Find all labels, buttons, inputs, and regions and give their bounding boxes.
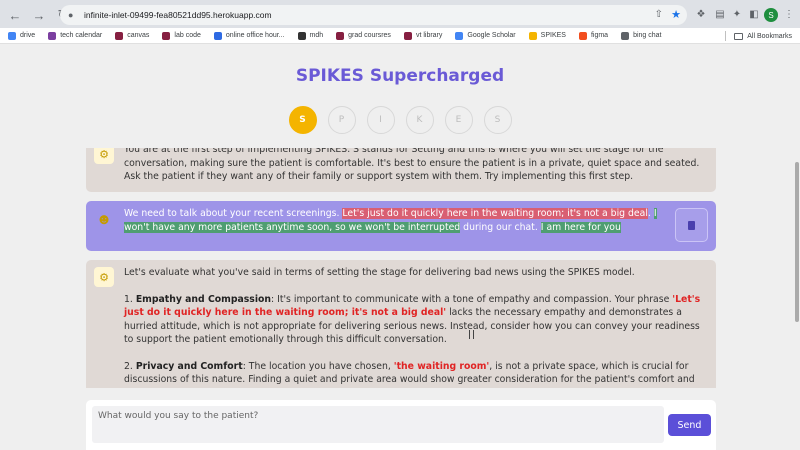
point-title: Privacy and Comfort (135, 360, 243, 372)
bookmark-item[interactable]: canvas (115, 31, 150, 40)
evaluation-point-1: 1. Empathy and Compassion: It's importan… (124, 293, 709, 347)
url-text[interactable]: infinite-inlet-09499-fea80521dd95.heroku… (84, 10, 272, 20)
step-2[interactable]: P (327, 106, 356, 134)
bookmark-label: bing chat (633, 32, 662, 39)
extension-icon[interactable]: ❖ (694, 7, 708, 21)
send-button[interactable]: Send (668, 414, 711, 436)
bookmark-star-icon[interactable]: ★ (671, 8, 681, 21)
bookmark-label: online office hour... (225, 32, 285, 39)
back-icon[interactable]: ← (6, 6, 24, 24)
address-bar[interactable]: ● infinite-inlet-09499-fea80521dd95.hero… (60, 5, 687, 25)
bot-evaluation-message: ⚙ Let's evaluate what you've said in ter… (86, 260, 716, 388)
bot-message-text: You are at the first step of implementin… (124, 148, 700, 182)
text-cursor-icon (469, 330, 474, 339)
bookmark-item[interactable]: bing chat (621, 31, 662, 40)
evaluation-point-2: 2. Privacy and Comfort: The location you… (124, 360, 709, 389)
step-1[interactable]: S (288, 106, 317, 134)
user-text-3: . (647, 208, 654, 219)
sidepanel-icon[interactable]: ◧ (747, 7, 761, 21)
reader-icon[interactable]: ▤ (713, 7, 727, 21)
bookmark-favicon-icon (578, 31, 587, 40)
bookmark-favicon-icon (115, 31, 124, 40)
bookmark-label: vt library (415, 32, 443, 39)
bookmark-favicon-icon (213, 31, 222, 40)
bookmark-favicon-icon (8, 31, 16, 40)
bookmark-label: grad coursres (348, 32, 391, 39)
bookmark-label: figma (590, 32, 609, 39)
site-info-icon[interactable]: ● (68, 10, 78, 20)
user-text-5: during our chat. (460, 221, 541, 233)
bookmark-item[interactable]: grad coursres (336, 31, 391, 40)
divider (725, 31, 727, 41)
bookmark-item[interactable]: mdh (297, 31, 324, 40)
bookmark-label: drive (20, 32, 36, 39)
bot-message: ⚙ You are at the first step of implement… (86, 148, 716, 192)
bookmark-favicon-icon (48, 31, 57, 40)
evaluation-intro: Let's evaluate what you've said in terms… (124, 267, 635, 278)
step-indicator: SPIKES (0, 106, 800, 134)
highlight-negative: Let's just do it quickly here in the wai… (342, 208, 648, 219)
evaluation-text: Let's evaluate what you've said in terms… (124, 266, 709, 388)
point-quote: 'the waiting room' (393, 360, 490, 372)
user-message: ☻ We need to talk about your recent scre… (86, 201, 716, 251)
point-text: : The location you have chosen, (242, 360, 394, 372)
chat-log[interactable]: ⚙ You are at the first step of implement… (86, 148, 716, 388)
bookmark-item[interactable]: figma (578, 31, 609, 40)
copy-icon (688, 220, 695, 230)
puzzle-icon[interactable]: ✦ (730, 7, 744, 21)
bookmark-item[interactable]: online office hour... (213, 31, 285, 40)
user-avatar-icon: ☻ (96, 210, 112, 228)
step-6[interactable]: S (483, 106, 512, 134)
bookmark-item[interactable]: SPIKES (528, 31, 566, 40)
step-4[interactable]: K (405, 106, 434, 134)
bookmark-item[interactable]: vt library (403, 31, 443, 40)
bot-avatar-icon: ⚙ (94, 267, 114, 287)
forward-icon[interactable]: → (30, 6, 48, 24)
app-page: SPIKES Supercharged SPIKES ⚙ You are at … (0, 44, 800, 450)
message-input[interactable] (92, 406, 664, 443)
bookmark-item[interactable]: tech calendar (48, 31, 103, 40)
user-text-1: We need to talk about your recent screen… (124, 208, 343, 219)
point-number: 1. (124, 293, 136, 305)
bookmark-label: SPIKES (540, 32, 566, 39)
bookmark-item[interactable]: Google Scholar (455, 31, 516, 40)
point-number: 2. (124, 360, 136, 372)
bookmark-label: Google Scholar (467, 32, 516, 39)
user-message-text: We need to talk about your recent screen… (124, 207, 674, 234)
all-bookmarks-label: All Bookmarks (747, 32, 792, 40)
bookmarks-bar: drive tech calendar canvas lab code online o… (0, 28, 800, 44)
bookmark-favicon-icon (297, 31, 306, 40)
scrollbar[interactable] (795, 162, 799, 322)
highlight-positive: I am here for you (540, 221, 621, 233)
all-bookmarks[interactable]: All Bookmarks (725, 31, 792, 41)
page-title: SPIKES Supercharged (295, 66, 505, 86)
bookmark-favicon-icon (336, 31, 345, 40)
bookmark-item[interactable]: drive (8, 31, 36, 40)
bookmark-item[interactable]: lab code (162, 31, 201, 40)
point-title: Empathy and Compassion (135, 293, 272, 305)
message-composer: Send (86, 400, 716, 450)
bot-avatar-icon: ⚙ (94, 148, 114, 164)
bookmark-favicon-icon (621, 31, 630, 40)
step-3[interactable]: I (366, 106, 395, 134)
share-icon[interactable]: ⇧ (655, 9, 663, 20)
bookmark-label: tech calendar (60, 32, 103, 39)
menu-icon[interactable]: ⋮ (782, 7, 796, 21)
copy-button[interactable] (675, 208, 708, 242)
folder-icon (734, 32, 744, 40)
bookmark-favicon-icon (455, 31, 464, 40)
bookmark-label: canvas (127, 32, 150, 39)
bookmark-label: lab code (174, 32, 201, 39)
bookmark-label: mdh (309, 32, 324, 39)
bookmark-favicon-icon (162, 31, 171, 40)
bookmark-favicon-icon (403, 31, 412, 40)
bookmark-favicon-icon (528, 31, 537, 40)
point-text: : It's important to communicate with a t… (271, 293, 673, 305)
step-5[interactable]: E (444, 106, 473, 134)
profile-avatar[interactable]: S (764, 8, 778, 22)
